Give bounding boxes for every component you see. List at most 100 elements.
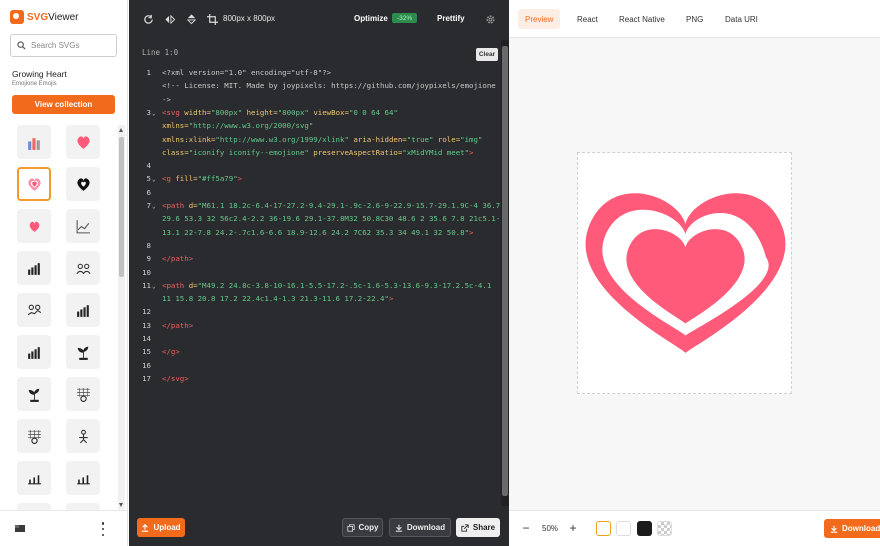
bg-white-swatch[interactable] bbox=[616, 521, 631, 536]
line-number: 8 bbox=[146, 240, 151, 250]
view-collection-button[interactable]: View collection bbox=[12, 95, 115, 114]
download-code-button[interactable]: Download bbox=[389, 518, 451, 537]
icon-tile[interactable] bbox=[66, 293, 100, 327]
icon-tile[interactable] bbox=[66, 503, 100, 510]
tab-react[interactable]: React bbox=[570, 9, 605, 29]
code-line[interactable]: -> bbox=[129, 93, 501, 106]
collection-subtitle[interactable]: Emojione Emojis bbox=[12, 81, 57, 87]
icon-tile[interactable] bbox=[66, 377, 100, 411]
fold-chevron-icon[interactable]: ⌄ bbox=[152, 173, 156, 186]
zoom-out-button[interactable]: − bbox=[519, 521, 533, 535]
optimize-button[interactable]: Optimize bbox=[354, 14, 388, 23]
icon-tile[interactable] bbox=[17, 419, 51, 453]
code-line[interactable]: xmlns="http://www.w3.org/2000/svg" bbox=[129, 119, 501, 132]
line-text: <?xml version="1.0" encoding="utf-8"?> bbox=[162, 68, 332, 77]
code-line[interactable]: 11 15.8 20.8 17.2 22.4c1.4-1.3 21.3-11.6… bbox=[129, 292, 501, 305]
tab-preview[interactable]: Preview bbox=[518, 9, 561, 29]
flip-horizontal-icon[interactable] bbox=[163, 12, 177, 26]
sidebar-scrollbar[interactable] bbox=[118, 125, 125, 510]
prettify-button[interactable]: Prettify bbox=[437, 14, 465, 23]
code-line[interactable]: 29.6 53.3 32 56c2.4-2.2 36-19.6 29.1-37.… bbox=[129, 212, 501, 225]
fold-chevron-icon[interactable]: ⌄ bbox=[152, 107, 156, 120]
line-chart-icon bbox=[76, 219, 90, 233]
icon-tile[interactable] bbox=[66, 209, 100, 243]
search-input[interactable] bbox=[31, 41, 111, 50]
editor-scrollbar[interactable] bbox=[501, 40, 509, 506]
icon-tile[interactable] bbox=[17, 293, 51, 327]
editor-toolbar: 800px x 800px Optimize -32% Prettify bbox=[129, 0, 509, 38]
more-menu-icon[interactable] bbox=[99, 522, 107, 536]
code-line[interactable]: 16 bbox=[129, 359, 501, 372]
download-label: Download bbox=[406, 523, 446, 532]
scroll-thumb[interactable] bbox=[119, 137, 124, 277]
code-line[interactable]: xmlns:xlink="http://www.w3.org/1999/xlin… bbox=[129, 133, 501, 146]
code-line[interactable]: 10 bbox=[129, 266, 501, 279]
search-box[interactable] bbox=[10, 34, 117, 57]
icon-tile[interactable] bbox=[17, 377, 51, 411]
brand[interactable]: SVGViewer bbox=[10, 9, 79, 25]
code-line[interactable]: 9 </path> bbox=[129, 252, 501, 265]
bg-white-outline-swatch[interactable] bbox=[596, 521, 611, 536]
code-line[interactable]: 6 bbox=[129, 186, 501, 199]
icon-tile[interactable] bbox=[17, 461, 51, 495]
scroll-down-icon[interactable] bbox=[119, 503, 123, 507]
crop-icon[interactable] bbox=[205, 12, 219, 26]
bar-chart-icon bbox=[27, 262, 40, 275]
dimensions-label[interactable]: 800px x 800px bbox=[223, 14, 275, 23]
fold-chevron-icon[interactable]: ⌄ bbox=[152, 280, 156, 293]
icon-tile[interactable] bbox=[17, 251, 51, 285]
code-area[interactable]: 1 <?xml version="1.0" encoding="utf-8"?> <… bbox=[129, 66, 501, 506]
copy-button[interactable]: Copy bbox=[342, 518, 383, 537]
code-line[interactable]: 7 ⌄ <path d="M61.1 18.2c-6.4-17-27.2-9.4-2… bbox=[129, 199, 501, 212]
zoom-in-button[interactable]: + bbox=[566, 521, 580, 535]
code-line[interactable]: class="iconify iconify--emojione" preser… bbox=[129, 146, 501, 159]
icon-tile[interactable] bbox=[17, 335, 51, 369]
line-text: <!-- License: MIT. Made by joypixels: ht… bbox=[162, 81, 501, 91]
bg-checker-swatch[interactable] bbox=[657, 521, 672, 536]
flip-vertical-icon[interactable] bbox=[184, 12, 198, 26]
download-svg-button[interactable]: Download bbox=[824, 519, 880, 538]
upload-icon bbox=[142, 523, 149, 532]
code-line[interactable]: 13 </path> bbox=[129, 319, 501, 332]
code-line[interactable]: 11 ⌄ <path d="M49.2 24.8c-3.8-10-16.1-5.5-… bbox=[129, 279, 501, 292]
settings-gear-icon[interactable] bbox=[483, 12, 497, 26]
editor-scroll-thumb[interactable] bbox=[502, 46, 508, 496]
code-line[interactable]: 14 bbox=[129, 332, 501, 345]
code-line[interactable]: 5 ⌄ <g fill="#ff5a79"> bbox=[129, 172, 501, 185]
tab-react-native[interactable]: React Native bbox=[612, 9, 672, 29]
flag-icon[interactable] bbox=[15, 525, 25, 532]
icon-tile[interactable] bbox=[17, 209, 51, 243]
svg-viewer-app: SVGViewer Growing Heart Emojione Emojis … bbox=[0, 0, 880, 546]
icon-tile[interactable] bbox=[17, 125, 51, 159]
scroll-up-icon[interactable] bbox=[119, 128, 123, 132]
code-line[interactable]: 3 ⌄ <svg width="800px" height="800px" view… bbox=[129, 106, 501, 119]
fold-chevron-icon[interactable]: ⌄ bbox=[152, 200, 156, 213]
icon-tile[interactable] bbox=[66, 335, 100, 369]
upload-button[interactable]: Upload bbox=[137, 518, 185, 537]
code-line[interactable]: 12 bbox=[129, 305, 501, 318]
brand-prefix: SVG bbox=[27, 11, 49, 23]
tab-data-uri[interactable]: Data URI bbox=[718, 9, 765, 29]
icon-tile[interactable] bbox=[17, 503, 51, 510]
icon-tile[interactable] bbox=[66, 461, 100, 495]
share-button[interactable]: Share bbox=[456, 518, 500, 537]
refresh-icon[interactable] bbox=[141, 12, 155, 26]
code-line[interactable]: <!-- License: MIT. Made by joypixels: ht… bbox=[129, 79, 501, 92]
line-text: <path d="M61.1 18.2c-6.4-17-27.2-9.4-29.… bbox=[162, 201, 501, 210]
code-line[interactable]: 4 bbox=[129, 159, 501, 172]
plant-icon bbox=[28, 388, 39, 402]
code-line[interactable]: 1 <?xml version="1.0" encoding="utf-8"?> bbox=[129, 66, 501, 79]
clear-button[interactable]: Clear bbox=[476, 48, 498, 61]
icon-tile[interactable] bbox=[66, 251, 100, 285]
code-line[interactable]: 15 </g> bbox=[129, 345, 501, 358]
chart-trend-icon bbox=[76, 474, 90, 484]
icon-tile[interactable] bbox=[66, 167, 100, 201]
code-line[interactable]: 17 </svg> bbox=[129, 372, 501, 385]
icon-tile[interactable] bbox=[66, 125, 100, 159]
icon-tile[interactable] bbox=[17, 167, 51, 201]
code-line[interactable]: 8 bbox=[129, 239, 501, 252]
icon-tile[interactable] bbox=[66, 419, 100, 453]
bg-black-swatch[interactable] bbox=[637, 521, 652, 536]
tab-png[interactable]: PNG bbox=[679, 9, 710, 29]
code-line[interactable]: 13.1 22-7.8 24.2-.7c1.6-6.6 18.9-12.6 24… bbox=[129, 226, 501, 239]
